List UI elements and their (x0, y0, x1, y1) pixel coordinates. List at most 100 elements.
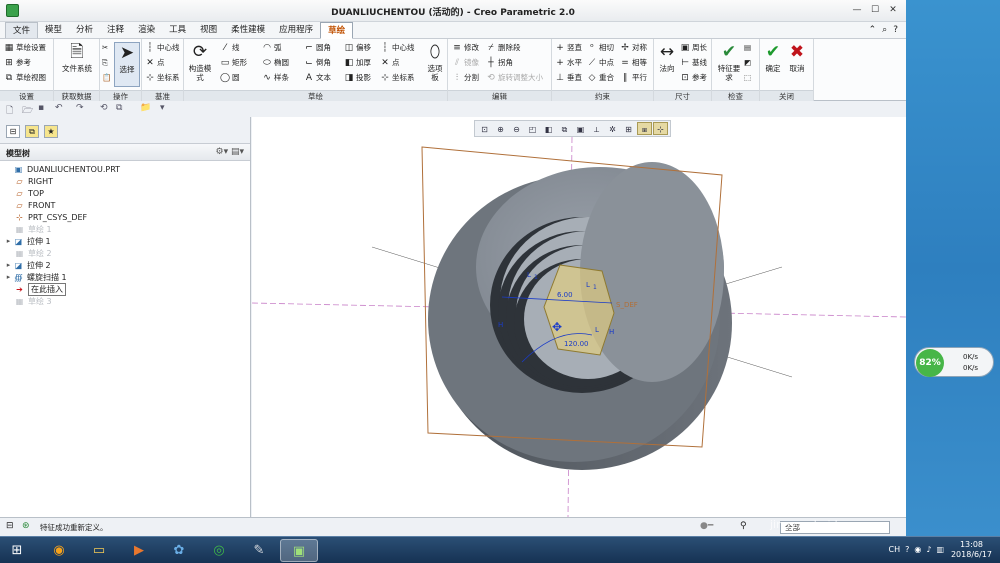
chamfer-button[interactable]: ⌙ 倒角 (304, 56, 331, 69)
rotate-resize-button[interactable]: ⟲ 旋转调整大小 (486, 71, 543, 84)
datum-centerline-button[interactable]: ┆ 中心线 (145, 41, 179, 54)
tray-network-icon[interactable]: ▥ (936, 545, 944, 554)
tree-item-extrude-1[interactable]: ▸ ◪ 拉伸 1 (4, 235, 51, 247)
sketch-centerline-button[interactable]: ┆ 中心线 (380, 41, 414, 54)
taskbar-app-creo-icon[interactable]: ▣ (280, 539, 318, 562)
taskbar-app-explorer-icon[interactable]: ▭ (80, 539, 118, 562)
taskbar-app-paint-icon[interactable]: ✎ (240, 539, 278, 562)
delete-segment-button[interactable]: ⌿ 删除段 (486, 41, 520, 54)
offset-button[interactable]: ◫ 偏移 (344, 41, 371, 54)
sketch-point-button[interactable]: ✕ 点 (380, 56, 399, 69)
network-speed-widget[interactable]: 82% 0K/s 0K/s (914, 347, 994, 377)
tree-item-helical-sweep-1[interactable]: ▸ ∰ 螺旋扫描 1 (4, 271, 67, 283)
paste-icon[interactable]: 📋 (102, 71, 111, 84)
taskbar-app-360-icon[interactable]: ◎ (200, 539, 238, 562)
midpoint-constraint-button[interactable]: ⟋ 中点 (587, 56, 614, 69)
taskbar-app-browser-icon[interactable]: ◉ (40, 539, 78, 562)
tree-item-sketch-3[interactable]: ▦ 草绘 3 (14, 295, 52, 307)
windows-icon[interactable]: ⧉ (116, 103, 122, 113)
expand-icon[interactable]: ▸ (4, 273, 13, 281)
horizontal-constraint-button[interactable]: + 水平 (555, 56, 582, 69)
construction-mode-button[interactable]: ⟳ 构造模式 (186, 42, 214, 82)
tab-flexible-modeling[interactable]: 柔性建模 (224, 22, 272, 38)
modify-button[interactable]: ≡ 修改 (452, 41, 479, 54)
group-title-dimension[interactable]: 尺寸 (654, 90, 711, 101)
tray-security-icon[interactable]: ◉ (914, 545, 921, 554)
sketch-view-button[interactable]: ⧉ 草绘视图 (4, 71, 46, 84)
taskbar-app-player-icon[interactable]: ▶ (120, 539, 158, 562)
overlap-icon[interactable]: ▤ (744, 41, 751, 54)
coincident-constraint-button[interactable]: ◇ 重合 (587, 71, 614, 84)
tray-help-icon[interactable]: ? (905, 545, 909, 554)
palette-button[interactable]: ⬯ 选项板 (424, 42, 446, 82)
vertical-constraint-button[interactable]: + 竖直 (555, 41, 582, 54)
perpendicular-constraint-button[interactable]: ⊥ 垂直 (555, 71, 582, 84)
expand-icon[interactable]: ▸ (4, 261, 13, 269)
line-button[interactable]: ⁄ 线 (220, 41, 239, 54)
graphics-window[interactable]: ⊡ ⊕ ⊖ ◰ ◧ ⧉ ▣ ⟂ ✲ ⊞ ⧆ ⊹ 6.00 120.00 L 1 … (252, 117, 906, 517)
collapse-ribbon-icon[interactable]: ⌃ (869, 25, 877, 35)
minimize-button[interactable]: — (850, 5, 864, 16)
help-icon[interactable]: ? (893, 25, 898, 35)
corner-button[interactable]: ┼ 拐角 (486, 56, 513, 69)
group-title-constrain[interactable]: 约束 (552, 90, 653, 101)
favorites-tab-icon[interactable]: ★ (44, 125, 58, 138)
dimension-width[interactable]: 6.00 (557, 291, 573, 299)
tree-settings-icon[interactable]: ⚙▾ ▤▾ (216, 147, 244, 157)
show-browser-icon[interactable]: ⊛ (22, 521, 30, 531)
model-tree-tab-icon[interactable]: ⊟ (6, 125, 20, 138)
ok-button[interactable]: ✔ 确定 (762, 42, 784, 73)
tab-analysis[interactable]: 分析 (69, 22, 100, 38)
regenerate-icon[interactable]: ⟲ (100, 103, 108, 113)
shade-closed-icon[interactable]: ◩ (744, 56, 751, 69)
tab-annotate[interactable]: 注释 (100, 22, 131, 38)
cancel-button[interactable]: ✖ 取消 (786, 42, 808, 73)
regeneration-icon[interactable]: ●━ (700, 521, 713, 531)
customize-qat-icon[interactable]: ▾ (160, 103, 165, 113)
baseline-button[interactable]: ⊢ 基线 (680, 56, 707, 69)
system-clock[interactable]: 13:08 2018/6/17 (951, 540, 992, 560)
tray-volume-icon[interactable]: ♪ (926, 545, 931, 554)
folder-icon[interactable]: 📁 (140, 103, 151, 113)
symmetric-constraint-button[interactable]: ✢ 对称 (620, 41, 647, 54)
datum-csys-button[interactable]: ⊹ 坐标系 (145, 71, 179, 84)
fillet-button[interactable]: ⌐ 圆角 (304, 41, 331, 54)
parallel-constraint-button[interactable]: ∥ 平行 (620, 71, 647, 84)
tab-model[interactable]: 模型 (38, 22, 69, 38)
mirror-button[interactable]: ⫽ 镜像 (452, 56, 479, 69)
tab-view[interactable]: 视图 (193, 22, 224, 38)
sketch-setup-button[interactable]: ▦ 草绘设置 (4, 41, 46, 54)
select-button[interactable]: ➤ 选择 (114, 42, 140, 87)
tree-item-part[interactable]: ▣ DUANLIUCHENTOU.PRT (4, 163, 120, 175)
folder-browser-tab-icon[interactable]: ⧉ (25, 125, 39, 138)
tree-item-right[interactable]: ▱ RIGHT (14, 175, 53, 187)
tree-item-front[interactable]: ▱ FRONT (14, 199, 55, 211)
tree-item-sketch-1[interactable]: ▦ 草绘 1 (14, 223, 52, 235)
project-button[interactable]: ◨ 投影 (344, 71, 371, 84)
group-title-operations[interactable]: 操作 (100, 90, 141, 101)
datum-point-button[interactable]: ✕ 点 (145, 56, 164, 69)
tree-item-top[interactable]: ▱ TOP (14, 187, 44, 199)
perimeter-button[interactable]: ▣ 周长 (680, 41, 707, 54)
group-title-inspect[interactable]: 检查 (712, 90, 759, 101)
spline-button[interactable]: ∿ 样条 (262, 71, 289, 84)
close-button[interactable]: ✕ (886, 5, 900, 16)
find-icon[interactable]: ⚲ (740, 521, 747, 531)
sketch-csys-button[interactable]: ⊹ 坐标系 (380, 71, 414, 84)
redo-icon[interactable]: ↷ (76, 103, 84, 113)
tab-applications[interactable]: 应用程序 (272, 22, 320, 38)
tab-tools[interactable]: 工具 (162, 22, 193, 38)
normal-dimension-button[interactable]: ↔ 法向 (656, 42, 678, 73)
dimension-angle[interactable]: 120.00 (564, 340, 589, 348)
tree-item-csys[interactable]: ⊹ PRT_CSYS_DEF (14, 211, 87, 223)
undo-icon[interactable]: ↶ (55, 103, 63, 113)
group-title-settings[interactable]: 设置 (0, 90, 53, 101)
open-ends-icon[interactable]: ⬚ (744, 71, 751, 84)
copy-icon[interactable]: ⎘ (102, 56, 108, 69)
rectangle-button[interactable]: ▭ 矩形 (220, 56, 247, 69)
taskbar-app-cloud-icon[interactable]: ✿ (160, 539, 198, 562)
divide-button[interactable]: ⫶ 分割 (452, 71, 479, 84)
cut-icon[interactable]: ✂ (102, 41, 108, 54)
maximize-button[interactable]: ☐ (868, 5, 882, 16)
tree-item-extrude-2[interactable]: ▸ ◪ 拉伸 2 (4, 259, 51, 271)
